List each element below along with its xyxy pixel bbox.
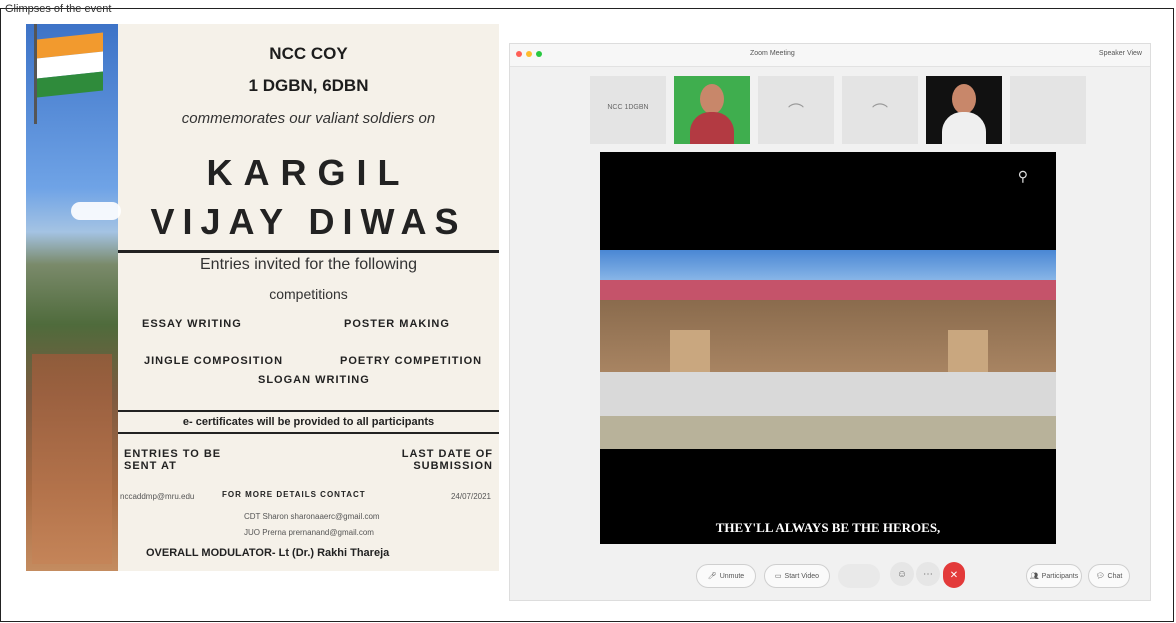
avatar-body	[690, 112, 734, 144]
poster-moderator: OVERALL MODULATOR- Lt (Dr.) Rakhi Tharej…	[146, 547, 390, 559]
poster-ecert: e- certificates will be provided to all …	[182, 416, 435, 428]
participant-name: NCC 1DGBN	[607, 104, 649, 111]
content-frame: Glimpses of the event NCC COY 1 DGBN, 6D…	[0, 3, 1174, 622]
zoom-controls: 🎤︎ Unmute ▭ Start Video ☺ ⋯ ✕ 👥︎ Partici…	[510, 550, 1150, 600]
comp-poetry: POETRY COMPETITION	[340, 355, 483, 367]
poster-divider3	[118, 432, 499, 434]
video-roof	[600, 280, 1056, 300]
avatar	[952, 84, 976, 114]
more-icon[interactable]: ⋯	[916, 562, 940, 586]
video-sky	[600, 250, 1056, 282]
video-grass	[600, 416, 1056, 449]
participant-thumb[interactable]: ⌒	[842, 76, 918, 144]
avatar-body	[942, 112, 986, 144]
poster-date: 24/07/2021	[450, 492, 491, 501]
cloud-shape	[71, 202, 121, 220]
video-caption: THEY'LL ALWAYS BE THE HEROES,	[715, 520, 941, 535]
poster-content: NCC COY 1 DGBN, 6DBN commemorates our va…	[118, 24, 499, 571]
participants-label: Participants	[1041, 572, 1079, 580]
memorial-shape	[32, 354, 112, 564]
participants-button[interactable]: 👥︎ Participants	[1026, 564, 1082, 588]
participant-thumb[interactable]	[1010, 76, 1086, 144]
poster-title2: VIJAY DIWAS	[150, 201, 467, 242]
video-ground	[600, 372, 1056, 416]
zoom-titlebar: Zoom Meeting Speaker View	[510, 44, 1150, 67]
close-icon[interactable]	[516, 51, 522, 57]
poster-competitions: competitions	[269, 286, 348, 302]
poster-contact2: JUO Prerna prernanand@gmail.com	[244, 528, 374, 537]
page-header-text: Glimpses of the event	[5, 3, 112, 15]
memorial-scene-image	[26, 24, 121, 571]
poster-details: FOR MORE DETAILS CONTACT	[222, 490, 366, 499]
mic-off-icon: ⌒	[871, 104, 888, 121]
speaker-view-button[interactable]: Speaker View	[1099, 50, 1142, 57]
poster-line3: commemorates our valiant soldiers on	[181, 110, 436, 127]
participant-thumb[interactable]	[674, 76, 750, 144]
participant-thumb[interactable]: ⌒	[758, 76, 834, 144]
end-call-button[interactable]: ✕	[943, 562, 965, 588]
avatar	[700, 84, 724, 114]
zoom-window: Zoom Meeting Speaker View NCC 1DGBN ⌒ ⌒ …	[509, 43, 1151, 601]
poster-entries-sent: ENTRIES TO BE SENT AT	[124, 448, 222, 472]
shared-video[interactable]: ⚲ THEY'LL ALWAYS BE THE HEROES,	[600, 152, 1056, 544]
chat-label: Chat	[1107, 572, 1123, 580]
microphone-icon: 🎤︎	[707, 573, 717, 580]
camera-icon: ▭	[774, 573, 782, 580]
mic-off-icon: ⌒	[787, 104, 804, 121]
participants-icon: 👥︎	[1029, 573, 1039, 580]
minimize-icon[interactable]	[526, 51, 532, 57]
comp-poster: POSTER MAKING	[344, 318, 450, 330]
poster-email: nccaddmp@mru.edu	[120, 492, 195, 501]
window-controls	[516, 51, 542, 57]
poster-divider2	[118, 410, 499, 412]
unmute-label: Unmute	[719, 572, 745, 580]
flag-icon	[37, 32, 103, 98]
poster-contact1: CDT Sharon sharonaaerc@gmail.com	[244, 512, 380, 521]
comp-slogan: SLOGAN WRITING	[258, 374, 370, 386]
event-poster: NCC COY 1 DGBN, 6DBN commemorates our va…	[26, 24, 499, 571]
zoom-title: Zoom Meeting	[750, 50, 795, 57]
participant-thumb[interactable]	[926, 76, 1002, 144]
poster-title1: KARGIL	[206, 152, 411, 193]
comp-jingle: JINGLE COMPOSITION	[144, 355, 284, 367]
chat-icon: 💬︎	[1095, 573, 1105, 580]
poster-entries: Entries invited for the following	[200, 256, 417, 273]
participant-thumbnails: NCC 1DGBN ⌒ ⌒	[590, 76, 1086, 144]
poster-line1: NCC COY	[269, 44, 348, 63]
poster-divider	[118, 250, 499, 253]
start-video-button[interactable]: ▭ Start Video	[764, 564, 830, 588]
reactions-icon[interactable]: ☺	[890, 562, 914, 586]
unmute-button[interactable]: 🎤︎ Unmute	[696, 564, 756, 588]
start-video-label: Start Video	[784, 572, 820, 580]
participant-thumb[interactable]: NCC 1DGBN	[590, 76, 666, 144]
maximize-icon[interactable]	[536, 51, 542, 57]
chat-button[interactable]: 💬︎ Chat	[1088, 564, 1130, 588]
share-screen-button[interactable]	[838, 564, 880, 588]
comp-essay: ESSAY WRITING	[142, 318, 242, 330]
poster-line2: 1 DGBN, 6DBN	[248, 76, 369, 95]
memorial-logo-icon: ⚲	[1017, 168, 1028, 184]
poster-last-date: LAST DATE OF SUBMISSION	[401, 448, 493, 472]
